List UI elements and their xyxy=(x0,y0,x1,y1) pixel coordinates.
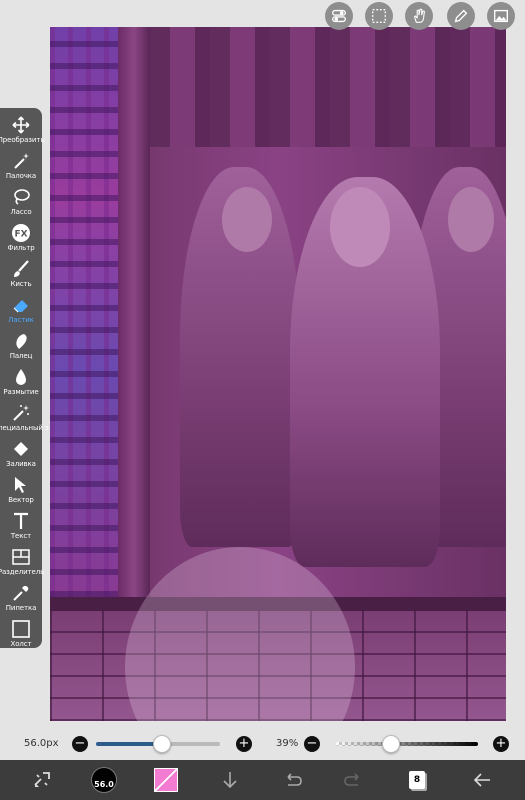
download-button[interactable] xyxy=(214,764,246,796)
layers-button[interactable]: 8 xyxy=(401,764,433,796)
tool-vector[interactable]: Вектор xyxy=(0,474,42,510)
hand-icon xyxy=(413,8,425,23)
opacity-slider[interactable] xyxy=(336,742,478,746)
carved-frieze xyxy=(150,27,506,147)
tool-label: Пипетка xyxy=(5,604,37,612)
eyedropper-icon xyxy=(13,586,29,601)
hand-button[interactable] xyxy=(405,2,433,30)
blur-icon xyxy=(16,369,26,385)
opacity-value: 39% xyxy=(276,738,299,749)
frame-divider-icon xyxy=(12,549,30,565)
tool-palette: Преобразить Палочка Лассо FX Фильтр Кист… xyxy=(0,108,49,648)
drawing-canvas[interactable] xyxy=(50,27,506,721)
ibispaint-app: Преобразить Палочка Лассо FX Фильтр Кист… xyxy=(0,0,525,800)
arrow-down-icon xyxy=(223,772,237,789)
pen-icon xyxy=(454,9,468,23)
statue-head-left xyxy=(222,187,272,252)
svg-text:FX: FX xyxy=(14,230,27,240)
tool-label: Палец xyxy=(9,352,33,360)
move-icon xyxy=(12,116,30,134)
tool-label: Ластик xyxy=(8,316,34,324)
tool-transform[interactable]: Преобразить xyxy=(0,114,45,150)
size-increase-button[interactable]: + xyxy=(236,736,252,752)
tool-fill[interactable]: Заливка xyxy=(0,438,42,474)
selection-button[interactable] xyxy=(365,2,393,30)
opacity-increase-button[interactable]: + xyxy=(493,736,509,752)
tool-label: Кисть xyxy=(10,280,32,288)
arrow-left-icon xyxy=(473,773,490,787)
tool-canvas[interactable]: Холст xyxy=(0,618,42,654)
tool-frame-divider[interactable]: Разделитель xyxy=(0,546,45,582)
tool-blur[interactable]: Размытие xyxy=(0,366,42,402)
tool-label: Палочка xyxy=(5,172,37,180)
brush-icon xyxy=(14,260,29,277)
opacity-decrease-button[interactable]: − xyxy=(304,736,320,752)
layer-count-badge: 8 xyxy=(409,771,425,789)
brush-size-value: 56.0px xyxy=(24,738,59,749)
tool-eyedropper[interactable]: Пипетка xyxy=(0,582,42,618)
window-frame xyxy=(118,27,150,597)
tool-label: Фильтр xyxy=(7,244,35,252)
image-icon xyxy=(494,9,508,23)
special-effect-icon xyxy=(13,405,29,421)
tool-text[interactable]: Текст xyxy=(0,510,42,546)
tool-magic-wand[interactable]: Палочка xyxy=(0,150,42,186)
redo-icon xyxy=(344,773,359,786)
tool-label: Размытие xyxy=(3,388,39,396)
eraser-icon xyxy=(13,300,28,313)
tool-brush[interactable]: Кисть xyxy=(0,258,42,294)
brush-size-preview: 56.0 xyxy=(91,767,117,793)
brush-settings-bar: 56.0px − + 39% − + xyxy=(0,728,525,760)
tool-label: Преобразить xyxy=(0,136,45,144)
fx-icon: FX xyxy=(12,224,30,242)
tool-lasso[interactable]: Лассо xyxy=(0,186,42,222)
pen-button[interactable] xyxy=(447,2,475,30)
tool-label: Специальный э xyxy=(0,424,49,432)
toggle-icon xyxy=(332,9,346,23)
tool-filter[interactable]: FX Фильтр xyxy=(0,222,42,258)
tool-label: Разделитель xyxy=(0,568,45,576)
selection-icon xyxy=(372,9,386,23)
toggle-button[interactable] xyxy=(325,2,353,30)
tool-label: Лассо xyxy=(10,208,32,216)
back-button[interactable] xyxy=(466,764,498,796)
tool-label: Вектор xyxy=(8,496,34,504)
statue-head-center xyxy=(330,187,390,267)
undo-icon xyxy=(287,773,302,786)
color-picker-button[interactable] xyxy=(150,764,182,796)
image-button[interactable] xyxy=(487,2,515,30)
brush-cursor-preview xyxy=(125,547,355,721)
lasso-icon xyxy=(14,189,30,205)
canvas-icon xyxy=(12,620,30,638)
magic-wand-icon xyxy=(14,153,29,169)
opacity-slider-thumb[interactable] xyxy=(382,735,401,753)
statue-head-right xyxy=(448,187,494,252)
brush-picker-button[interactable]: 56.0 xyxy=(88,764,120,796)
vector-icon xyxy=(15,477,26,493)
swap-tools-icon xyxy=(34,772,50,787)
tool-eraser[interactable]: Ластик xyxy=(0,294,42,330)
size-decrease-button[interactable]: − xyxy=(72,736,88,752)
brush-size-slider-thumb[interactable] xyxy=(152,735,171,753)
redo-button[interactable] xyxy=(338,764,370,796)
fill-icon xyxy=(14,442,28,456)
tool-smudge[interactable]: Палец xyxy=(0,330,42,366)
current-color-swatch xyxy=(154,768,178,792)
text-icon xyxy=(14,512,28,529)
tool-label: Текст xyxy=(10,532,32,540)
undo-button[interactable] xyxy=(276,764,308,796)
tool-label: Заливка xyxy=(6,460,36,468)
smudge-icon xyxy=(16,334,27,349)
quick-tools-button[interactable] xyxy=(26,764,58,796)
tool-label: Холст xyxy=(10,640,32,648)
bottom-toolbar: 56.0 8 xyxy=(0,760,525,800)
tool-special[interactable]: Специальный э xyxy=(0,402,49,438)
